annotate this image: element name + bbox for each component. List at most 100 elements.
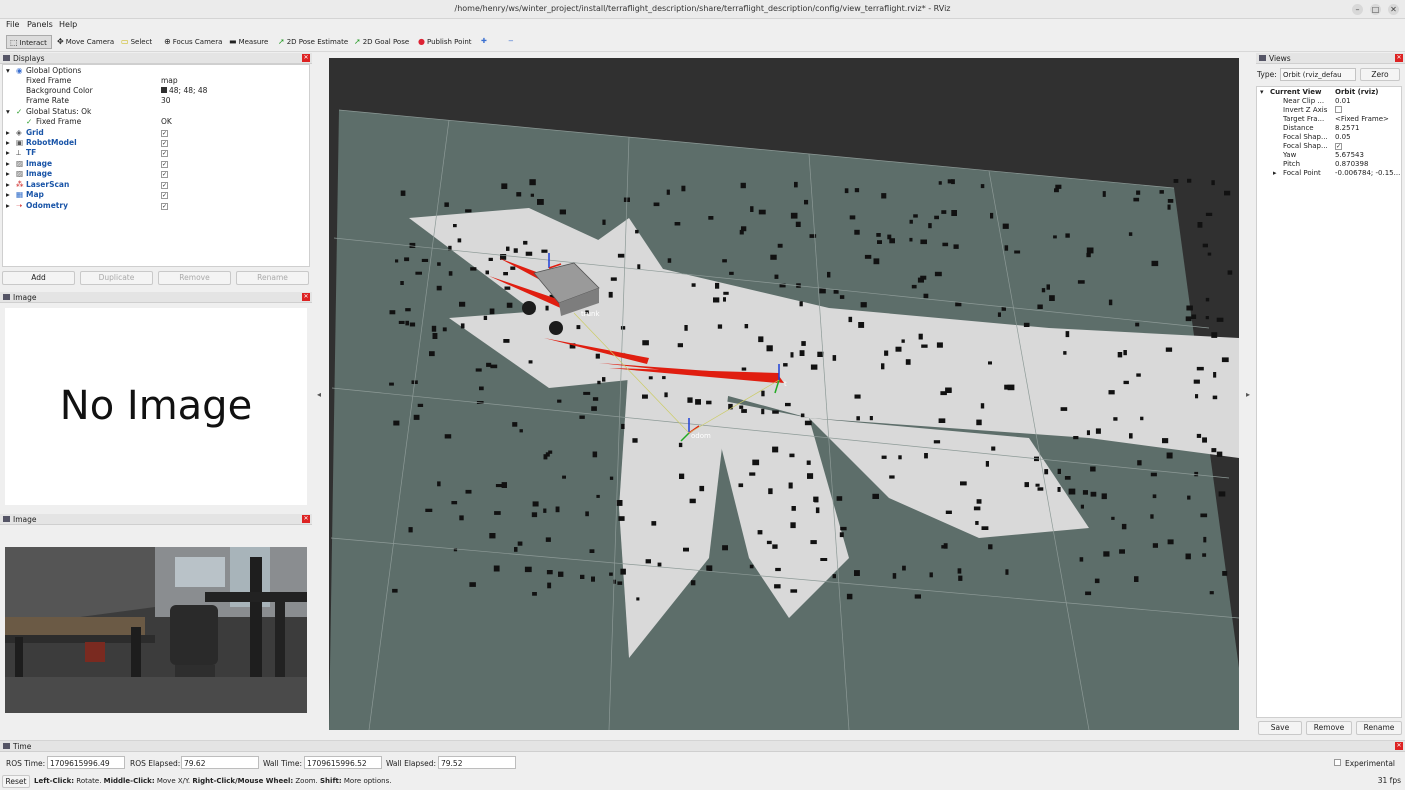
display-item-image[interactable]: ▸ ▨ Image ✓ <box>6 159 306 169</box>
display-enabled-checkbox[interactable]: ✓ <box>161 150 168 157</box>
display-item-grid[interactable]: ▸ ◈ Grid ✓ <box>6 128 306 138</box>
display-enabled-checkbox[interactable]: ✓ <box>161 130 168 137</box>
obstacle-cell <box>429 351 435 357</box>
obstacle-cell <box>1103 551 1110 557</box>
display-item-map[interactable]: ▸ ▦ Map ✓ <box>6 190 306 200</box>
tree-row-global-options[interactable]: ▾ ◉ Global Options <box>6 66 306 76</box>
reset-button[interactable]: Reset <box>2 775 30 788</box>
minimize-icon[interactable]: – <box>1352 4 1363 15</box>
display-enabled-checkbox[interactable]: ✓ <box>161 171 168 178</box>
view-prop-row[interactable]: ▸ Focal Point -0.006784; -0.15... <box>1260 169 1400 178</box>
collapse-arrow-icon[interactable]: ▾ <box>1260 88 1264 96</box>
view-prop-value[interactable]: 0.05 <box>1335 133 1351 141</box>
menu-panels[interactable]: Panels <box>27 20 53 29</box>
display-enabled-checkbox[interactable]: ✓ <box>161 182 168 189</box>
publish-point-tool-button[interactable]: ● Publish Point <box>415 35 476 49</box>
zero-button[interactable]: Zero <box>1360 68 1400 81</box>
background-color-value[interactable]: 48; 48; 48 <box>161 86 207 95</box>
render-viewport[interactable]: trunk t odom <box>329 58 1239 730</box>
view-prop-row[interactable]: Distance 8.2571 <box>1260 124 1400 133</box>
save-view-button[interactable]: Save <box>1258 721 1302 735</box>
obstacle-cell <box>708 216 714 220</box>
expand-arrow-icon[interactable]: ▸ <box>6 159 10 168</box>
expand-arrow-icon[interactable]: ▸ <box>6 180 10 189</box>
view-prop-row[interactable]: Focal Shap... 0.05 <box>1260 133 1400 142</box>
remove-view-button[interactable]: Remove <box>1306 721 1352 735</box>
view-type-select[interactable]: Orbit (rviz_defau <box>1280 68 1356 81</box>
display-item-robotmodel[interactable]: ▸ ▣ RobotModel ✓ <box>6 138 306 148</box>
current-view-row[interactable]: ▾ Current View Orbit (rviz) <box>1260 88 1400 97</box>
add-display-button[interactable]: Add <box>2 271 75 285</box>
view-prop-value[interactable]: 0.870398 <box>1335 160 1368 168</box>
view-prop-value[interactable]: 0.01 <box>1335 97 1351 105</box>
view-prop-value[interactable]: -0.006784; -0.15... <box>1335 169 1400 177</box>
focal-shape-checkbox[interactable]: ✓ <box>1335 143 1342 150</box>
display-item-image[interactable]: ▸ ▨ Image ✓ <box>6 169 306 179</box>
close-icon[interactable]: ✕ <box>1388 4 1399 15</box>
view-prop-row[interactable]: Invert Z Axis <box>1260 106 1400 115</box>
interact-tool-button[interactable]: ⬚ Interact <box>6 35 52 49</box>
menu-file[interactable]: File <box>6 20 19 29</box>
close-icon[interactable]: ✕ <box>302 515 310 523</box>
display-enabled-checkbox[interactable]: ✓ <box>161 161 168 168</box>
display-item-tf[interactable]: ▸ ⟂ TF ✓ <box>6 148 306 158</box>
view-prop-value[interactable]: 8.2571 <box>1335 124 1360 132</box>
ros-time-field[interactable]: 1709615996.49 <box>47 756 125 769</box>
remove-display-button[interactable]: Remove <box>158 271 231 285</box>
tree-row-fixed-frame[interactable]: Fixed Frame map <box>6 76 306 86</box>
move-camera-tool-button[interactable]: ✥ Move Camera <box>54 35 118 49</box>
display-enabled-checkbox[interactable]: ✓ <box>161 140 168 147</box>
experimental-checkbox[interactable] <box>1334 759 1341 766</box>
view-prop-row[interactable]: Target Fra... <Fixed Frame> <box>1260 115 1400 124</box>
expand-arrow-icon[interactable]: ▸ <box>6 148 10 157</box>
display-enabled-checkbox[interactable]: ✓ <box>161 203 168 210</box>
close-icon[interactable]: ✕ <box>302 54 310 62</box>
maximize-icon[interactable]: □ <box>1370 4 1381 15</box>
wall-time-field[interactable]: 1709615996.52 <box>304 756 382 769</box>
collapse-arrow-icon[interactable]: ▾ <box>6 66 10 75</box>
ros-elapsed-field[interactable]: 79.62 <box>181 756 259 769</box>
expand-arrow-icon[interactable]: ▸ <box>6 128 10 137</box>
close-icon[interactable]: ✕ <box>302 293 310 301</box>
map-scene[interactable]: trunk t odom <box>329 58 1239 730</box>
view-prop-row[interactable]: Near Clip ... 0.01 <box>1260 97 1400 106</box>
status-hint: Left-Click: Rotate. Middle-Click: Move X… <box>34 777 391 785</box>
expand-arrow-icon[interactable]: ▸ <box>6 190 10 199</box>
focus-camera-tool-button[interactable]: ⊕ Focus Camera <box>161 35 226 49</box>
collapse-left-icon[interactable]: ◂ <box>317 390 321 399</box>
tree-row-frame-rate[interactable]: Frame Rate 30 <box>6 96 306 106</box>
tree-row-background-color[interactable]: Background Color 48; 48; 48 <box>6 86 306 96</box>
collapse-right-icon[interactable]: ▸ <box>1246 390 1250 399</box>
view-prop-value[interactable]: <Fixed Frame> <box>1335 115 1389 123</box>
view-prop-value[interactable]: 5.67543 <box>1335 151 1364 159</box>
rename-display-button[interactable]: Rename <box>236 271 309 285</box>
duplicate-display-button[interactable]: Duplicate <box>80 271 153 285</box>
display-item-odometry[interactable]: ▸ ➝ Odometry ✓ <box>6 201 306 211</box>
expand-arrow-icon[interactable]: ▸ <box>6 169 10 178</box>
expand-arrow-icon[interactable]: ▸ <box>6 201 10 210</box>
fixed-frame-value[interactable]: map <box>161 76 178 85</box>
invert-z-checkbox[interactable] <box>1335 106 1342 113</box>
expand-arrow-icon[interactable]: ▸ <box>1273 169 1277 177</box>
tree-row-fixed-frame-status[interactable]: ✓ Fixed Frame OK <box>6 117 306 127</box>
wall-elapsed-field[interactable]: 79.52 <box>438 756 516 769</box>
view-prop-row[interactable]: Yaw 5.67543 <box>1260 151 1400 160</box>
goal-pose-tool-button[interactable]: ➚ 2D Goal Pose <box>351 35 413 49</box>
collapse-arrow-icon[interactable]: ▾ <box>6 107 10 116</box>
tree-row-global-status[interactable]: ▾ ✓ Global Status: Ok <box>6 107 306 117</box>
frame-rate-value[interactable]: 30 <box>161 96 171 105</box>
add-tool-button[interactable]: ✚ <box>478 35 491 49</box>
measure-tool-button[interactable]: ▬ Measure <box>226 35 272 49</box>
rename-view-button[interactable]: Rename <box>1356 721 1402 735</box>
view-prop-row[interactable]: Pitch 0.870398 <box>1260 160 1400 169</box>
view-prop-row[interactable]: Focal Shap... ✓ <box>1260 142 1400 151</box>
pose-estimate-tool-button[interactable]: ➚ 2D Pose Estimate <box>275 35 352 49</box>
close-icon[interactable]: ✕ <box>1395 742 1403 750</box>
display-enabled-checkbox[interactable]: ✓ <box>161 192 168 199</box>
remove-tool-button[interactable]: − <box>505 35 518 49</box>
menu-help[interactable]: Help <box>59 20 77 29</box>
select-tool-button[interactable]: ▭ Select <box>118 35 156 49</box>
expand-arrow-icon[interactable]: ▸ <box>6 138 10 147</box>
display-item-laserscan[interactable]: ▸ ⁂ LaserScan ✓ <box>6 180 306 190</box>
close-icon[interactable]: ✕ <box>1395 54 1403 62</box>
